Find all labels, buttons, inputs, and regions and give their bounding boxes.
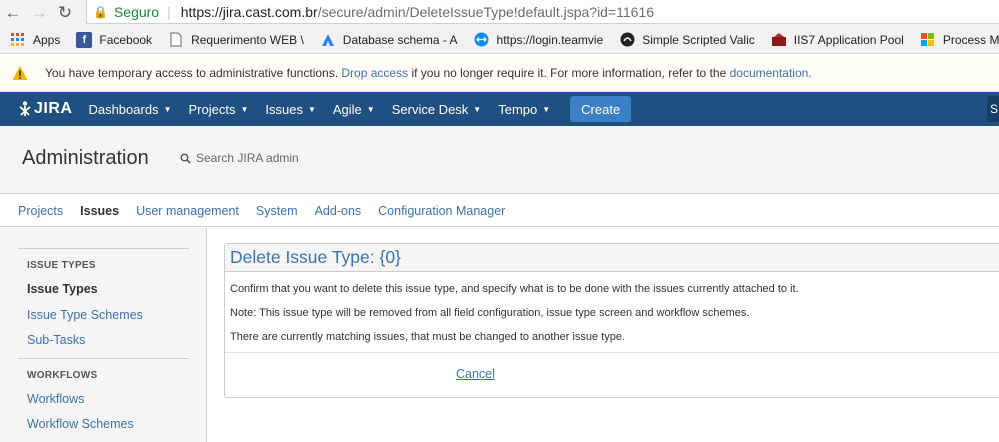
sidebar-item-workflows[interactable]: Workflows <box>27 392 84 406</box>
nav-service-desk[interactable]: Service Desk ▼ <box>392 102 482 117</box>
panel-divider <box>225 352 999 353</box>
admin-search-input[interactable]: Search JIRA admin <box>180 151 299 165</box>
sidebar-heading-issue-types: ISSUE TYPES <box>27 260 96 271</box>
cancel-button[interactable]: Cancel <box>456 367 495 381</box>
bookmark-process-model[interactable]: Process Model Setti <box>920 32 999 48</box>
nav-label: Agile <box>332 101 362 117</box>
nav-tempo[interactable]: Tempo ▼ <box>498 102 550 117</box>
secure-label: Seguro <box>113 3 160 20</box>
chevron-down-icon: ▼ <box>366 104 375 114</box>
page-title: Administration <box>22 147 149 169</box>
drop-access-link[interactable]: Drop access <box>341 66 408 80</box>
sidebar-divider <box>18 248 189 249</box>
bookmark-apps[interactable]: Apps <box>10 32 60 48</box>
chevron-down-icon: ▼ <box>307 104 316 114</box>
jira-header: JIRA Dashboards ▼ Projects ▼ Issues ▼ Agile… <box>0 92 999 126</box>
bookmark-label: Requerimento WEB \ <box>191 32 304 47</box>
iis-icon <box>771 32 787 48</box>
nav-label: Tempo <box>498 101 538 117</box>
header-search-input[interactable]: S <box>987 96 999 122</box>
bookmark-teamviewer[interactable]: https://login.teamvie <box>474 32 604 48</box>
chevron-down-icon: ▼ <box>473 104 482 114</box>
warning-icon <box>12 66 28 80</box>
nav-agile[interactable]: Agile ▼ <box>333 102 375 117</box>
tab-user-management[interactable]: User management <box>136 204 239 218</box>
admin-sidebar: ISSUE TYPES Issue Types Issue Type Schem… <box>0 228 207 442</box>
facebook-icon: f <box>76 31 93 48</box>
bookmark-label: Facebook <box>99 32 153 47</box>
bookmark-label: Process Model Setti <box>942 32 999 47</box>
nav-label: Dashboards <box>88 101 159 117</box>
admin-search-placeholder: Search JIRA admin <box>196 151 299 165</box>
back-icon[interactable]: ← <box>0 0 26 26</box>
panel-confirm-text: Confirm that you want to delete this iss… <box>230 283 799 295</box>
sidebar-item-workflow-schemes[interactable]: Workflow Schemes <box>27 417 134 431</box>
bookmark-requerimento[interactable]: Requerimento WEB \ <box>168 32 304 48</box>
bookmark-label: Database schema - A <box>342 32 458 47</box>
sidebar-divider <box>18 358 189 359</box>
panel-matching-text: There are currently matching issues, tha… <box>230 331 625 343</box>
jira-logo-text: JIRA <box>34 100 73 117</box>
create-button[interactable]: Create <box>570 96 632 122</box>
tab-configuration-manager[interactable]: Configuration Manager <box>378 204 505 218</box>
document-icon <box>168 32 184 48</box>
bookmark-label: https://login.teamvie <box>496 32 604 47</box>
lock-icon: 🔒 <box>93 4 108 19</box>
nav-projects[interactable]: Projects ▼ <box>188 102 248 117</box>
sidebar-item-sub-tasks[interactable]: Sub-Tasks <box>27 333 85 347</box>
chevron-down-icon: ▼ <box>542 104 551 114</box>
apps-grid-icon <box>10 32 26 48</box>
sidebar-item-issue-type-schemes[interactable]: Issue Type Schemes <box>27 308 143 322</box>
jira-logo-icon <box>19 101 31 116</box>
banner-text-after: . <box>808 66 812 80</box>
chevron-down-icon: ▼ <box>240 104 249 114</box>
bookmark-label: Apps <box>33 32 61 47</box>
nav-label: Issues <box>265 101 303 117</box>
tab-add-ons[interactable]: Add-ons <box>315 204 362 218</box>
url-path: /secure/admin/DeleteIssueType!default.js… <box>317 3 655 20</box>
documentation-link[interactable]: documentation <box>730 66 809 80</box>
banner-text-middle: if you no longer require it. For more in… <box>411 66 727 80</box>
bookmarks-bar: Apps f Facebook Requerimento WEB \ Datab… <box>0 26 999 54</box>
windows-icon <box>920 32 936 48</box>
tab-system[interactable]: System <box>256 204 298 218</box>
reload-icon[interactable]: ↻ <box>52 0 78 26</box>
admin-header: Administration Search JIRA admin <box>0 126 999 194</box>
teamviewer-icon <box>474 32 490 48</box>
jira-logo[interactable]: JIRA <box>18 100 72 118</box>
scriptrunner-icon <box>619 32 635 48</box>
nav-label: Projects <box>188 101 236 117</box>
bookmark-simple-scripted[interactable]: Simple Scripted Valic <box>619 32 755 48</box>
nav-dashboards[interactable]: Dashboards ▼ <box>88 102 171 117</box>
chevron-down-icon: ▼ <box>163 104 172 114</box>
admin-access-banner: You have temporary access to administrat… <box>0 55 999 92</box>
bookmark-iis7[interactable]: IIS7 Application Pool <box>771 32 904 48</box>
url-domain: https://jira.cast.com.br <box>180 3 318 20</box>
url-separator: | <box>167 3 171 20</box>
panel-note-text: Note: This issue type will be removed fr… <box>230 307 750 319</box>
admin-tabs: Projects Issues User management System A… <box>0 195 999 227</box>
bookmark-database-schema[interactable]: Database schema - A <box>320 32 458 48</box>
bookmark-facebook[interactable]: f Facebook <box>76 31 153 48</box>
tab-projects[interactable]: Projects <box>18 204 63 218</box>
sidebar-heading-workflows: WORKFLOWS <box>27 370 98 381</box>
bookmark-label: IIS7 Application Pool <box>793 32 904 47</box>
nav-issues[interactable]: Issues ▼ <box>265 102 316 117</box>
banner-text-before: You have temporary access to administrat… <box>45 66 339 80</box>
tab-issues[interactable]: Issues <box>80 204 119 218</box>
atlassian-icon <box>320 32 336 48</box>
search-icon <box>180 153 191 164</box>
delete-issue-type-panel: Delete Issue Type: {0} Confirm that you … <box>224 243 999 398</box>
nav-label: Service Desk <box>391 101 469 117</box>
bookmark-label: Simple Scripted Valic <box>642 32 755 47</box>
sidebar-item-issue-types[interactable]: Issue Types <box>27 282 98 296</box>
address-bar[interactable]: 🔒 Seguro | https://jira.cast.com.br/secu… <box>86 0 999 24</box>
forward-icon[interactable]: → <box>26 0 52 26</box>
browser-toolbar: ← → ↻ 🔒 Seguro | https://jira.cast.com.b… <box>0 0 999 26</box>
panel-title: Delete Issue Type: {0} <box>225 244 999 272</box>
